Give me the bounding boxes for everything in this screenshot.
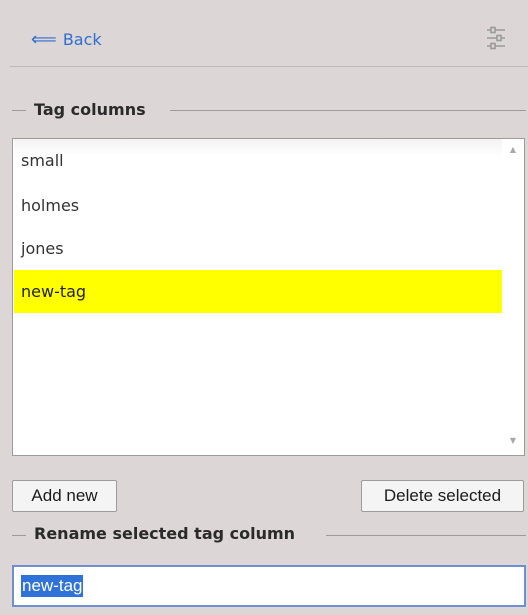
rename-border-right bbox=[326, 535, 526, 536]
fieldset-border-left bbox=[12, 110, 26, 111]
fieldset-border-right bbox=[170, 110, 526, 111]
back-label: Back bbox=[62, 29, 102, 49]
list-item[interactable]: new-tag bbox=[14, 270, 502, 313]
rename-tag-input[interactable]: new-tag bbox=[12, 565, 526, 607]
delete-selected-button[interactable]: Delete selected bbox=[361, 480, 524, 512]
arrow-left-icon: ⟸ bbox=[31, 28, 57, 50]
rename-selected-text: new-tag bbox=[21, 575, 84, 597]
header-bar: ⟸ Back bbox=[10, 0, 528, 67]
scroll-down-arrow-icon[interactable]: ▼ bbox=[507, 436, 519, 446]
list-item[interactable]: small bbox=[14, 139, 502, 182]
tag-columns-legend: Tag columns bbox=[28, 100, 152, 119]
sliders-icon[interactable] bbox=[485, 26, 507, 50]
back-link[interactable]: ⟸ Back bbox=[31, 26, 102, 52]
list-item[interactable]: jones bbox=[14, 227, 502, 270]
rename-border-left bbox=[12, 535, 26, 536]
rename-legend: Rename selected tag column bbox=[28, 524, 302, 543]
scroll-up-arrow-icon[interactable]: ▲ bbox=[507, 145, 519, 155]
add-new-button[interactable]: Add new bbox=[12, 480, 117, 512]
list-item[interactable]: holmes bbox=[14, 184, 502, 227]
scrollbar[interactable]: ▲ ▼ bbox=[502, 139, 524, 455]
tag-columns-list[interactable]: small holmes jones new-tag ▲ ▼ bbox=[12, 138, 525, 456]
